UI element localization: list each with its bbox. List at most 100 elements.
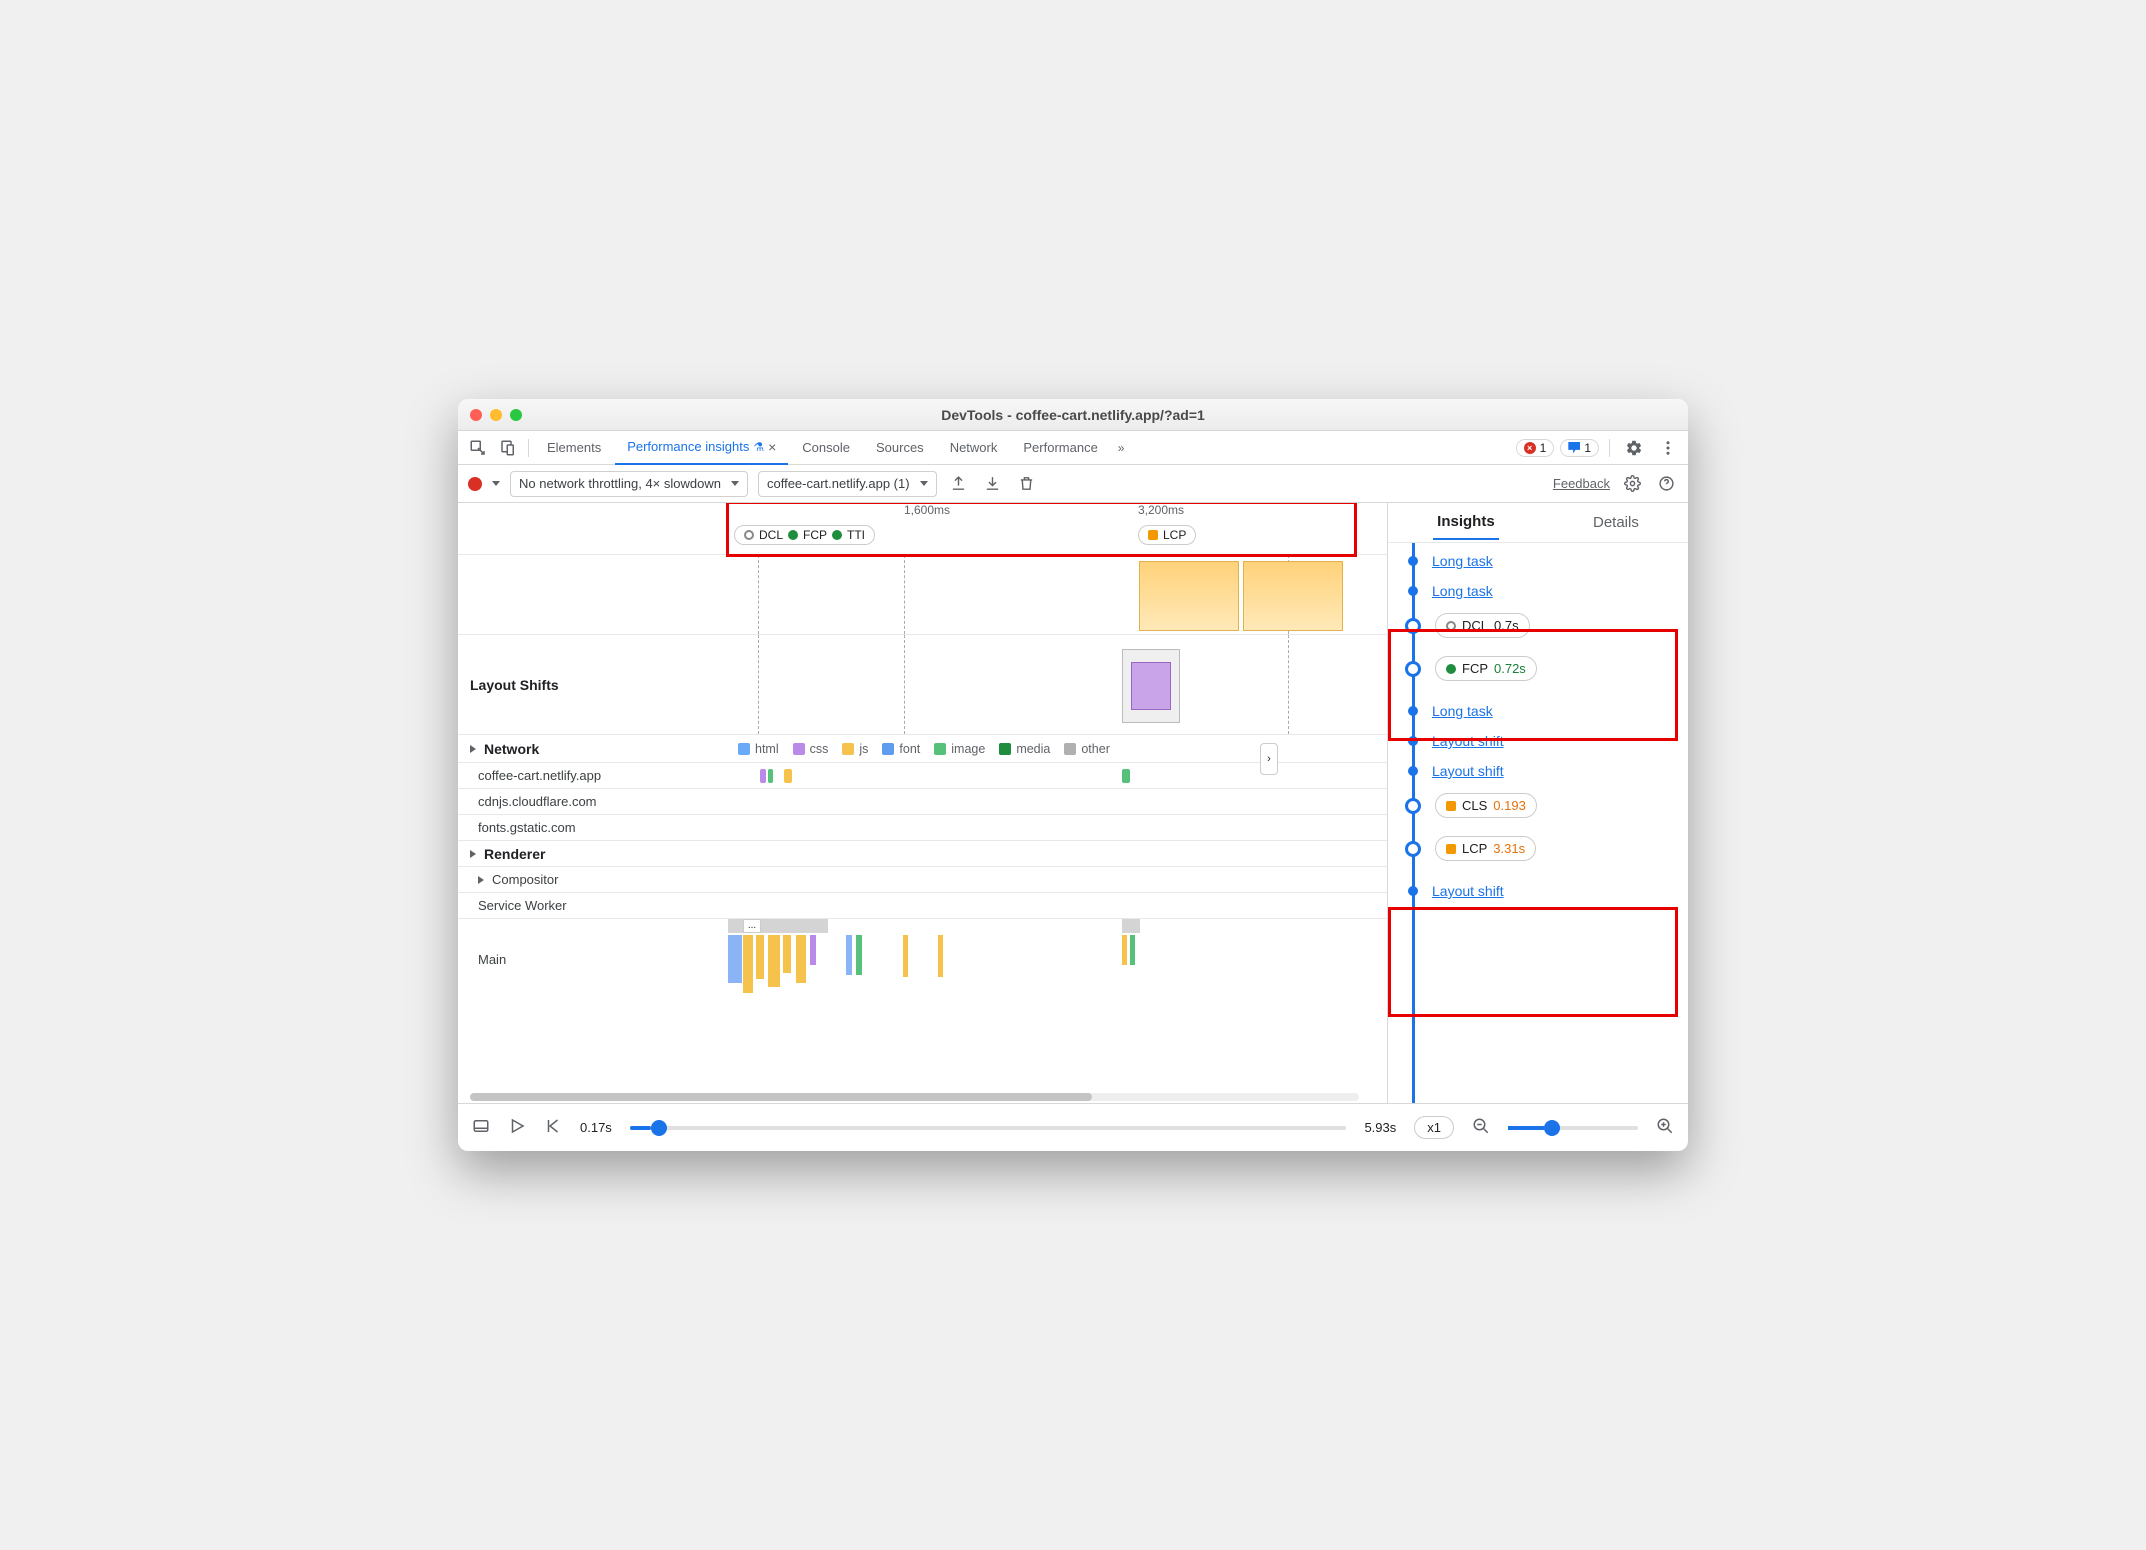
insight-fcp[interactable]: FCP 0.72s <box>1435 656 1537 681</box>
message-badge[interactable]: 1 <box>1560 439 1599 457</box>
insight-lcp[interactable]: LCP 3.31s <box>1435 836 1536 861</box>
network-host-row[interactable]: fonts.gstatic.com <box>458 815 728 840</box>
dcl-icon <box>1446 621 1456 631</box>
insight-long-task[interactable]: Long task <box>1432 703 1493 719</box>
tab-insights[interactable]: Insights <box>1433 505 1499 540</box>
insight-long-task[interactable]: Long task <box>1432 553 1493 569</box>
tab-performance-insights[interactable]: Performance insights ⚗ × <box>615 431 788 465</box>
insight-cls[interactable]: CLS 0.193 <box>1435 793 1537 818</box>
media-legend-icon <box>999 743 1011 755</box>
section-network[interactable]: Network <box>458 735 728 762</box>
insight-long-task[interactable]: Long task <box>1432 583 1493 599</box>
expand-icon <box>470 850 476 858</box>
insights-pane: Insights Details Long task Long task DCL… <box>1388 503 1688 1103</box>
record-menu-icon[interactable] <box>492 481 500 486</box>
expand-icon <box>470 745 476 753</box>
tab-details[interactable]: Details <box>1589 506 1643 539</box>
timeline-header: 1,600ms 3,200ms DCL FCP TTI LCP <box>458 503 1387 555</box>
timeline-dot-icon <box>1408 766 1418 776</box>
timeline-dot-icon <box>1408 556 1418 566</box>
playback-speed[interactable]: x1 <box>1414 1116 1454 1139</box>
delete-icon[interactable] <box>1015 475 1039 492</box>
network-host-row[interactable]: cdnjs.cloudflare.com <box>458 789 728 814</box>
chevron-down-icon <box>731 481 739 486</box>
main-tabs-row: Elements Performance insights ⚗ × Consol… <box>458 431 1688 465</box>
network-bar[interactable] <box>1122 769 1130 783</box>
section-service-worker[interactable]: Service Worker <box>458 893 728 918</box>
tab-performance[interactable]: Performance <box>1011 431 1109 465</box>
frame-thumbnail[interactable] <box>1243 561 1343 631</box>
import-icon[interactable] <box>981 475 1005 492</box>
drawer-toggle-icon[interactable] <box>472 1117 490 1138</box>
panel-settings-icon[interactable] <box>1620 475 1644 492</box>
lcp-marker-icon <box>1148 530 1158 540</box>
minimize-window-button[interactable] <box>490 409 502 421</box>
window-title: DevTools - coffee-cart.netlify.app/?ad=1 <box>458 407 1688 423</box>
timeline-dot-icon <box>1408 586 1418 596</box>
scrub-start-time: 0.17s <box>580 1120 612 1135</box>
export-icon[interactable] <box>947 475 971 492</box>
horizontal-scrollbar[interactable] <box>470 1093 1359 1101</box>
close-tab-icon[interactable]: × <box>768 439 776 455</box>
metric-pill-dcl-fcp-tti[interactable]: DCL FCP TTI <box>734 525 875 545</box>
inspect-icon[interactable] <box>464 434 492 462</box>
frame-thumbnail[interactable] <box>1139 561 1239 631</box>
tab-console[interactable]: Console <box>790 431 862 465</box>
dcl-marker-icon <box>744 530 754 540</box>
settings-icon[interactable] <box>1620 434 1648 462</box>
flame-chart[interactable]: ... <box>728 919 1387 989</box>
metric-pill-lcp[interactable]: LCP <box>1138 525 1196 545</box>
chevron-down-icon <box>920 481 928 486</box>
scrub-slider[interactable] <box>630 1126 1347 1130</box>
feedback-link[interactable]: Feedback <box>1553 476 1610 491</box>
insight-layout-shift[interactable]: Layout shift <box>1432 883 1504 899</box>
js-legend-icon <box>842 743 854 755</box>
tab-sources[interactable]: Sources <box>864 431 936 465</box>
section-main[interactable]: Main <box>458 919 728 999</box>
page-select[interactable]: coffee-cart.netlify.app (1) <box>758 471 937 497</box>
section-renderer[interactable]: Renderer <box>458 841 728 866</box>
image-legend-icon <box>934 743 946 755</box>
help-icon[interactable] <box>1654 475 1678 492</box>
playback-scrubber: 0.17s 5.93s x1 <box>458 1103 1688 1151</box>
timeline-dot-icon <box>1408 736 1418 746</box>
message-icon <box>1568 442 1580 454</box>
network-host-row[interactable]: coffee-cart.netlify.app <box>458 763 728 788</box>
error-badge[interactable]: × 1 <box>1516 439 1555 457</box>
maximize-window-button[interactable] <box>510 409 522 421</box>
zoom-slider[interactable] <box>1508 1126 1638 1130</box>
more-tabs-icon[interactable]: » <box>1112 441 1131 455</box>
other-legend-icon <box>1064 743 1076 755</box>
network-bar[interactable] <box>784 769 792 783</box>
zoom-out-icon[interactable] <box>1472 1117 1490 1138</box>
tab-label: Performance insights <box>627 439 749 454</box>
throttling-select[interactable]: No network throttling, 4× slowdown <box>510 471 748 497</box>
fcp-icon <box>1446 664 1456 674</box>
device-toolbar-icon[interactable] <box>494 434 522 462</box>
network-bar[interactable] <box>760 769 766 783</box>
time-ruler: 1,600ms 3,200ms <box>728 503 1387 521</box>
record-button[interactable] <box>468 477 482 491</box>
pane-resize-handle[interactable]: › <box>1260 743 1278 775</box>
insight-layout-shift[interactable]: Layout shift <box>1432 763 1504 779</box>
more-menu-icon[interactable] <box>1654 434 1682 462</box>
section-compositor[interactable]: Compositor <box>458 867 728 892</box>
devtools-window: DevTools - coffee-cart.netlify.app/?ad=1… <box>458 399 1688 1151</box>
tab-network[interactable]: Network <box>938 431 1010 465</box>
close-window-button[interactable] <box>470 409 482 421</box>
html-legend-icon <box>738 743 750 755</box>
play-icon[interactable] <box>508 1117 526 1138</box>
insight-dcl[interactable]: DCL 0.7s <box>1435 613 1530 638</box>
network-bar[interactable] <box>768 769 773 783</box>
timeline-dot-icon <box>1408 706 1418 716</box>
rewind-icon[interactable] <box>544 1117 562 1138</box>
cls-icon <box>1446 801 1456 811</box>
time-tick: 1,600ms <box>904 503 950 517</box>
layout-shift-thumbnail[interactable] <box>1122 649 1180 723</box>
insight-layout-shift[interactable]: Layout shift <box>1432 733 1504 749</box>
zoom-in-icon[interactable] <box>1656 1117 1674 1138</box>
expand-icon <box>478 876 484 884</box>
tab-elements[interactable]: Elements <box>535 431 613 465</box>
experiment-icon: ⚗ <box>753 440 764 454</box>
main-area: 1,600ms 3,200ms DCL FCP TTI LCP <box>458 503 1688 1103</box>
